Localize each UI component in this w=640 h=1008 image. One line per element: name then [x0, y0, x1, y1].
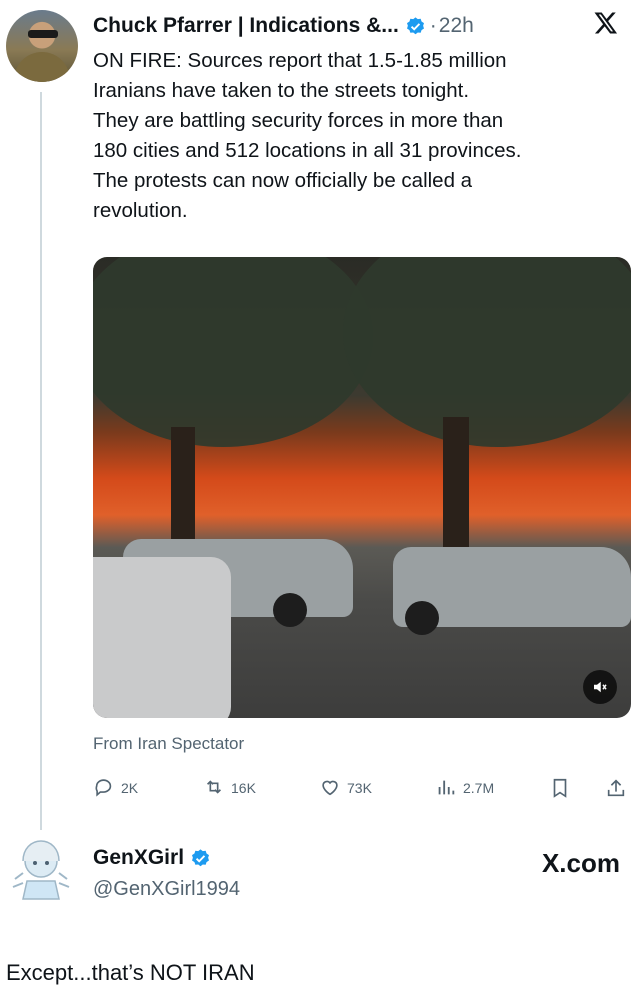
- site-label: X.com: [541, 848, 620, 878]
- views-count: 2.7M: [463, 780, 495, 796]
- mute-icon[interactable]: [583, 670, 617, 704]
- bookmark-icon[interactable]: [549, 770, 577, 806]
- thread-line: [40, 92, 42, 830]
- reply-handle[interactable]: @GenXGirl1994: [93, 878, 240, 901]
- tweet-line: ON FIRE: Sources report that 1.5-1.85 mi…: [93, 49, 507, 72]
- reply-avatar[interactable]: [5, 835, 77, 907]
- tweet-video[interactable]: [93, 257, 631, 718]
- reply-count: 2K: [121, 780, 139, 796]
- tweet-line: revolution.: [93, 199, 188, 222]
- views-icon: [435, 776, 463, 801]
- action-bar: 2K 16K 73K 2.7M: [93, 770, 633, 806]
- media-source: From Iran Spectator: [93, 734, 245, 753]
- repost-icon: [203, 776, 231, 801]
- x-logo-icon: [593, 10, 638, 43]
- verified-badge-icon: [405, 16, 426, 37]
- tweet-line: Iranians have taken to the streets tonig…: [93, 79, 470, 102]
- reply-name[interactable]: GenXGirl: [93, 846, 184, 870]
- reply-author: GenXGirl: [93, 846, 211, 870]
- tweet-line: The protests can now officially be calle…: [93, 169, 473, 192]
- like-button[interactable]: 73K: [319, 770, 372, 806]
- repost-button[interactable]: 16K: [203, 770, 256, 806]
- tweet-text: ON FIRE: Sources report that 1.5-1.85 mi…: [93, 46, 633, 226]
- tweet-line: 180 cities and 512 locations in all 31 p…: [93, 139, 522, 162]
- author-avatar[interactable]: [6, 10, 78, 82]
- tweet-header: Chuck Pfarrer | Indications &... · 22h: [93, 8, 633, 44]
- tweet-time[interactable]: 22h: [439, 14, 474, 38]
- like-count: 73K: [347, 780, 372, 796]
- reply-icon: [93, 776, 121, 801]
- tweet-line: They are battling security forces in mor…: [93, 109, 504, 132]
- share-icon[interactable]: [605, 770, 633, 806]
- author-name[interactable]: Chuck Pfarrer | Indications &...: [93, 14, 399, 38]
- views-button[interactable]: 2.7M: [435, 770, 494, 806]
- tweet: Chuck Pfarrer | Indications &... · 22h O…: [93, 8, 633, 226]
- reply-button[interactable]: 2K: [93, 770, 138, 806]
- like-icon: [319, 776, 347, 801]
- verified-badge-icon: [190, 848, 211, 869]
- caption-text: Except...that’s NOT IRAN: [6, 960, 255, 985]
- dot-separator: ·: [429, 14, 437, 37]
- repost-count: 16K: [231, 780, 256, 796]
